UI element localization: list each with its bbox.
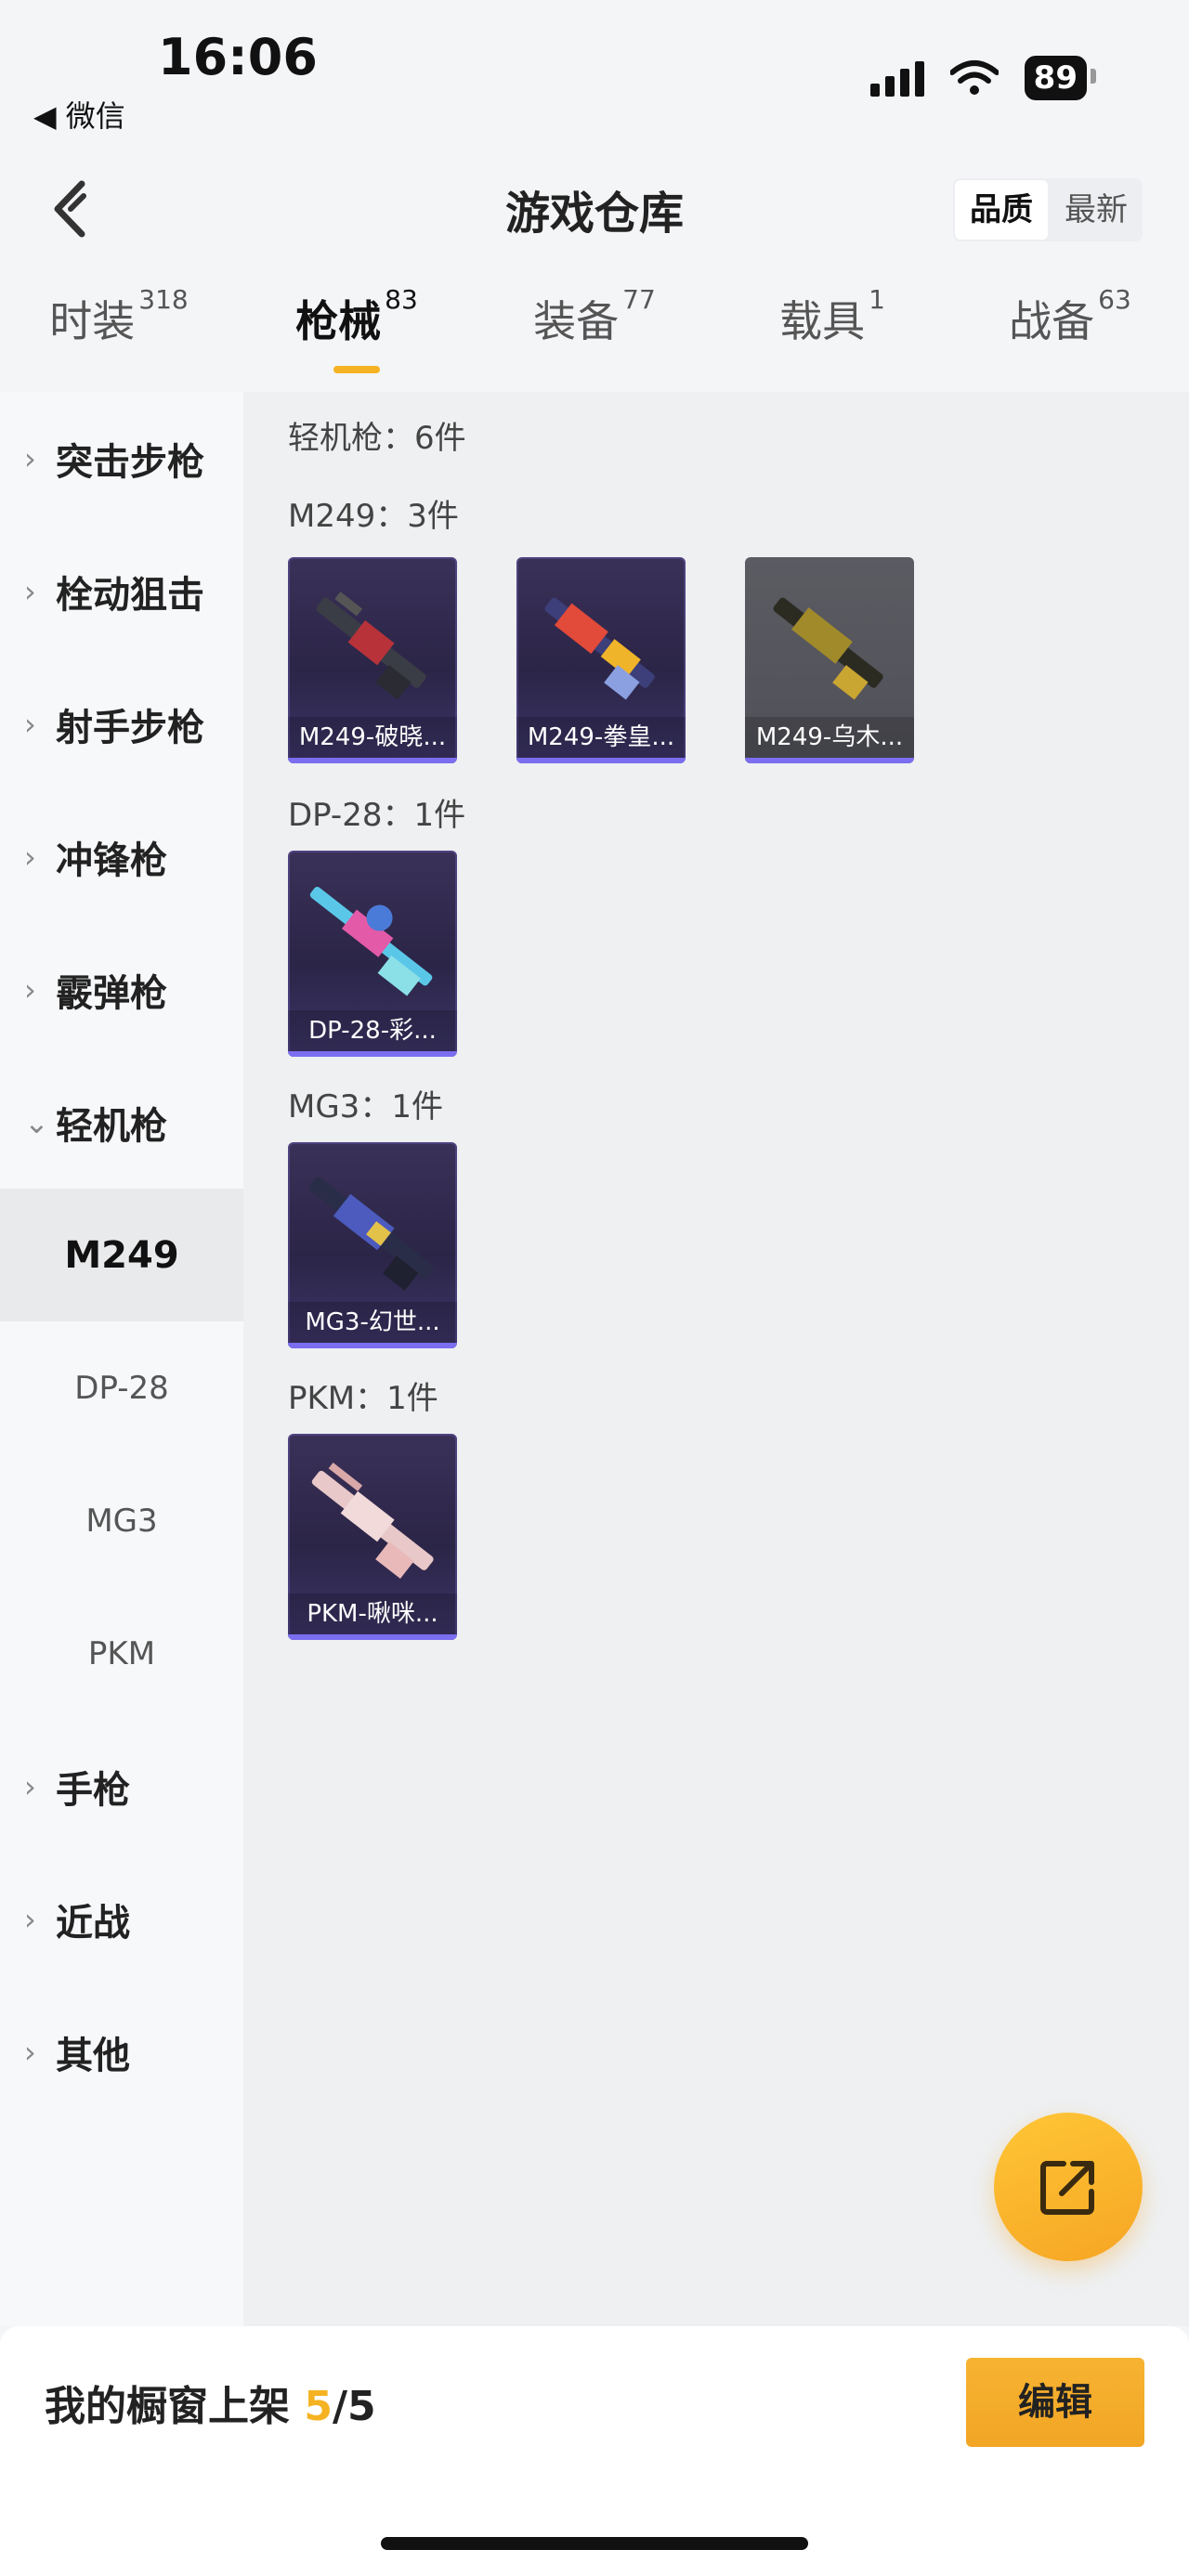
- sort-quality-button[interactable]: 品质: [955, 180, 1048, 240]
- shelf-count: 5: [304, 2383, 333, 2430]
- item-name: PKM-啾咪...: [288, 1594, 457, 1634]
- tab-guns[interactable]: 枪械 83: [238, 284, 476, 390]
- item-name: M249-乌木...: [745, 717, 914, 758]
- section-title-dp28: DP-28：1件: [288, 797, 466, 834]
- category-summary: 轻机枪：6件: [288, 420, 466, 457]
- tab-count: 63: [1098, 284, 1131, 315]
- sidebar-subitem-m249[interactable]: M249: [0, 1189, 243, 1321]
- tab-label: 装备: [533, 296, 620, 346]
- item-name: MG3-幻世...: [288, 1302, 457, 1343]
- tab-label: 战备: [1009, 296, 1095, 346]
- sidebar-item-marksman-rifle[interactable]: › 射手步枪: [0, 657, 243, 790]
- section-title-mg3: MG3：1件: [288, 1088, 443, 1125]
- sidebar-item-label: 轻机枪: [56, 1104, 167, 1148]
- status-icons: 89: [869, 56, 1097, 100]
- rarity-strip: [288, 1634, 457, 1640]
- sidebar-item-smg[interactable]: › 冲锋枪: [0, 790, 243, 923]
- sidebar-item-other[interactable]: › 其他: [0, 1985, 243, 2118]
- tab-label: 枪械: [295, 296, 382, 346]
- chevron-right-icon: ›: [24, 1768, 36, 1804]
- status-bar: 16:06 ◀ 微信 89: [0, 0, 1189, 139]
- sidebar-subitem-pkm[interactable]: PKM: [0, 1587, 243, 1720]
- sidebar-item-label: 霰弹枪: [56, 971, 167, 1015]
- shelf-label: 我的橱窗上架: [45, 2383, 305, 2430]
- shelf-total: /5: [332, 2383, 376, 2430]
- item-card[interactable]: M249-拳皇...: [516, 557, 686, 763]
- gun-skin-icon: [773, 597, 883, 700]
- tab-vehicles[interactable]: 载具 1: [713, 284, 951, 390]
- item-name: DP-28-彩...: [288, 1010, 457, 1051]
- item-card[interactable]: DP-28-彩...: [288, 851, 457, 1057]
- sidebar-subitem-mg3[interactable]: MG3: [0, 1454, 243, 1587]
- sidebar-item-assault-rifle[interactable]: › 突击步枪: [0, 392, 243, 525]
- nav-header: 游戏仓库 品质 最新: [0, 158, 1189, 260]
- item-card[interactable]: M249-乌木...: [745, 557, 914, 763]
- tab-count: 1: [869, 284, 885, 315]
- item-card[interactable]: M249-破晓...: [288, 557, 457, 763]
- sort-newest-button[interactable]: 最新: [1050, 178, 1143, 241]
- sidebar-subitem-dp28[interactable]: DP-28: [0, 1321, 243, 1454]
- sidebar-item-melee[interactable]: › 近战: [0, 1853, 243, 1985]
- back-to-wechat-link[interactable]: ◀ 微信: [33, 93, 125, 136]
- section-title-pkm: PKM：1件: [288, 1380, 438, 1417]
- sidebar-item-label: 射手步枪: [56, 706, 204, 749]
- tab-equipment[interactable]: 装备 77: [476, 284, 713, 390]
- rarity-strip: [516, 758, 686, 763]
- chevron-right-icon: ›: [24, 2034, 36, 2070]
- chevron-down-icon: ⌄: [24, 1104, 49, 1140]
- sidebar-item-label: 栓动狙击: [56, 573, 204, 617]
- item-card[interactable]: PKM-啾咪...: [288, 1434, 457, 1640]
- active-tab-indicator: [333, 366, 380, 373]
- share-fab-button[interactable]: [994, 2113, 1143, 2261]
- cellular-signal-icon: [869, 59, 924, 97]
- rarity-strip: [288, 1051, 457, 1057]
- sort-toggle: 品质 最新: [953, 178, 1143, 241]
- gun-skin-icon: [309, 887, 433, 996]
- tab-label: 时装: [49, 296, 136, 346]
- tab-count: 318: [138, 284, 189, 315]
- sidebar-item-label: 手枪: [56, 1768, 130, 1812]
- sidebar-item-label: 突击步枪: [56, 440, 204, 484]
- wifi-icon: [949, 60, 999, 95]
- sidebar-item-pistol[interactable]: › 手枪: [0, 1720, 243, 1853]
- home-indicator[interactable]: [381, 2537, 808, 2550]
- chevron-right-icon: ›: [24, 1901, 36, 1937]
- gun-skin-icon: [544, 597, 655, 700]
- status-time: 16:06: [158, 28, 318, 86]
- tab-fashion[interactable]: 时装 318: [0, 284, 238, 390]
- item-card[interactable]: MG3-幻世...: [288, 1142, 457, 1348]
- rarity-strip: [288, 758, 457, 763]
- tab-count: 83: [385, 284, 418, 315]
- item-grid-area: 轻机枪：6件 M249：3件 M249-破晓... M249-拳皇... M24…: [243, 392, 1189, 2326]
- category-tabs: 时装 318 枪械 83 装备 77 载具 1 战备 63: [0, 284, 1189, 390]
- rarity-strip: [745, 758, 914, 763]
- share-external-icon: [1040, 2161, 1094, 2215]
- sidebar-item-lmg[interactable]: ⌄ 轻机枪: [0, 1056, 243, 1189]
- edit-button[interactable]: 编辑: [966, 2358, 1144, 2447]
- gun-skin-icon: [316, 592, 426, 700]
- chevron-right-icon: ›: [24, 971, 36, 1008]
- item-name: M249-破晓...: [288, 717, 457, 758]
- chevron-right-icon: ›: [24, 839, 36, 875]
- sidebar-item-label: 冲锋枪: [56, 839, 167, 882]
- item-name: M249-拳皇...: [516, 717, 686, 758]
- section-title-m249: M249：3件: [288, 498, 459, 535]
- chevron-right-icon: ›: [24, 440, 36, 476]
- shelf-status: 我的橱窗上架 5/5: [45, 2373, 376, 2432]
- tab-label: 载具: [779, 296, 866, 346]
- tab-count: 77: [622, 284, 656, 315]
- sidebar-item-label: 其他: [56, 2034, 130, 2077]
- rarity-strip: [288, 1343, 457, 1348]
- sidebar-item-shotgun[interactable]: › 霰弹枪: [0, 923, 243, 1056]
- chevron-right-icon: ›: [24, 706, 36, 742]
- gun-skin-icon: [308, 1177, 434, 1291]
- sidebar-item-label: 近战: [56, 1901, 130, 1945]
- battery-icon: 89: [1024, 56, 1097, 100]
- sidebar-item-bolt-sniper[interactable]: › 栓动狙击: [0, 525, 243, 657]
- weapon-category-sidebar: › 突击步枪 › 栓动狙击 › 射手步枪 › 冲锋枪 › 霰弹枪 ⌄ 轻机枪 M249 DP…: [0, 392, 243, 2326]
- chevron-right-icon: ›: [24, 573, 36, 609]
- gun-skin-icon: [311, 1462, 434, 1580]
- tab-gear[interactable]: 战备 63: [951, 284, 1189, 390]
